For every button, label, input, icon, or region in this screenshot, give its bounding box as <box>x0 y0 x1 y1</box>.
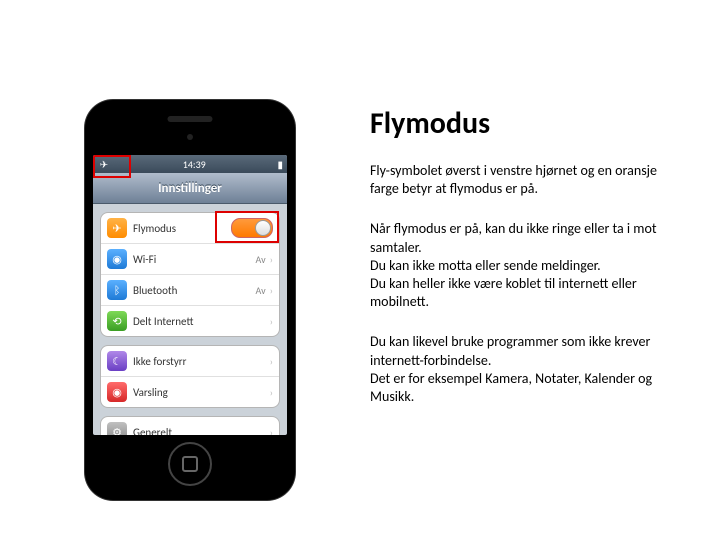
settings-title: Innstillinger <box>158 181 222 196</box>
chevron-right-icon: › <box>270 284 273 297</box>
row-label: Ikke forstyrr <box>133 355 186 368</box>
settings-group-3: ⚙ Generelt › 🔊 Lyder › <box>100 416 280 435</box>
hotspot-icon: ⟲ <box>107 311 127 331</box>
article-p2: Når flymodus er på, kan du ikke ringe el… <box>370 220 660 311</box>
status-time: 14:39 <box>183 158 206 171</box>
airplane-icon: ✈ <box>107 218 127 238</box>
chevron-right-icon: › <box>270 355 273 368</box>
phone-screen: ✈ 14:39 ▮ Innstillinger ✈ Flymodus ◉ Wi-… <box>93 155 287 435</box>
article-text: Flymodus Fly-symbolet øverst i venstre h… <box>370 105 660 428</box>
chevron-right-icon: › <box>270 315 273 328</box>
row-label: Flymodus <box>133 222 176 235</box>
settings-group-2: ☾ Ikke forstyrr › ◉ Varsling › <box>100 345 280 408</box>
row-wifi[interactable]: ◉ Wi-Fi Av › <box>101 244 279 275</box>
wifi-icon: ◉ <box>107 249 127 269</box>
article-p3: Du kan likevel bruke programmer som ikke… <box>370 333 660 406</box>
row-label: Delt Internett <box>133 315 193 328</box>
chevron-right-icon: › <box>270 253 273 266</box>
row-value: Av <box>255 253 265 266</box>
bluetooth-icon: ᛒ <box>107 280 127 300</box>
row-label: Wi-Fi <box>133 253 156 266</box>
home-button[interactable] <box>168 442 212 486</box>
row-notifications[interactable]: ◉ Varsling › <box>101 377 279 407</box>
row-general[interactable]: ⚙ Generelt › <box>101 417 279 435</box>
row-hotspot[interactable]: ⟲ Delt Internett › <box>101 306 279 336</box>
battery-icon: ▮ <box>277 158 283 171</box>
chevron-right-icon: › <box>270 426 273 436</box>
row-label: Varsling <box>133 386 168 399</box>
notification-icon: ◉ <box>107 382 127 402</box>
row-value: Av <box>255 284 265 297</box>
settings-group-1: ✈ Flymodus ◉ Wi-Fi Av › ᛒ Bluetooth Av ›… <box>100 212 280 337</box>
article-p1: Fly-symbolet øverst i venstre hjørnet og… <box>370 162 660 198</box>
row-dnd[interactable]: ☾ Ikke forstyrr › <box>101 346 279 377</box>
row-label: Bluetooth <box>133 284 177 297</box>
gear-icon: ⚙ <box>107 422 127 435</box>
article-title: Flymodus <box>370 105 660 142</box>
row-label: Generelt <box>133 426 172 436</box>
flymodus-toggle[interactable] <box>231 218 273 238</box>
phone-frame: ✈ 14:39 ▮ Innstillinger ✈ Flymodus ◉ Wi-… <box>85 100 295 500</box>
moon-icon: ☾ <box>107 351 127 371</box>
row-bluetooth[interactable]: ᛒ Bluetooth Av › <box>101 275 279 306</box>
chevron-right-icon: › <box>270 386 273 399</box>
highlight-statusbar-plane <box>93 155 131 178</box>
